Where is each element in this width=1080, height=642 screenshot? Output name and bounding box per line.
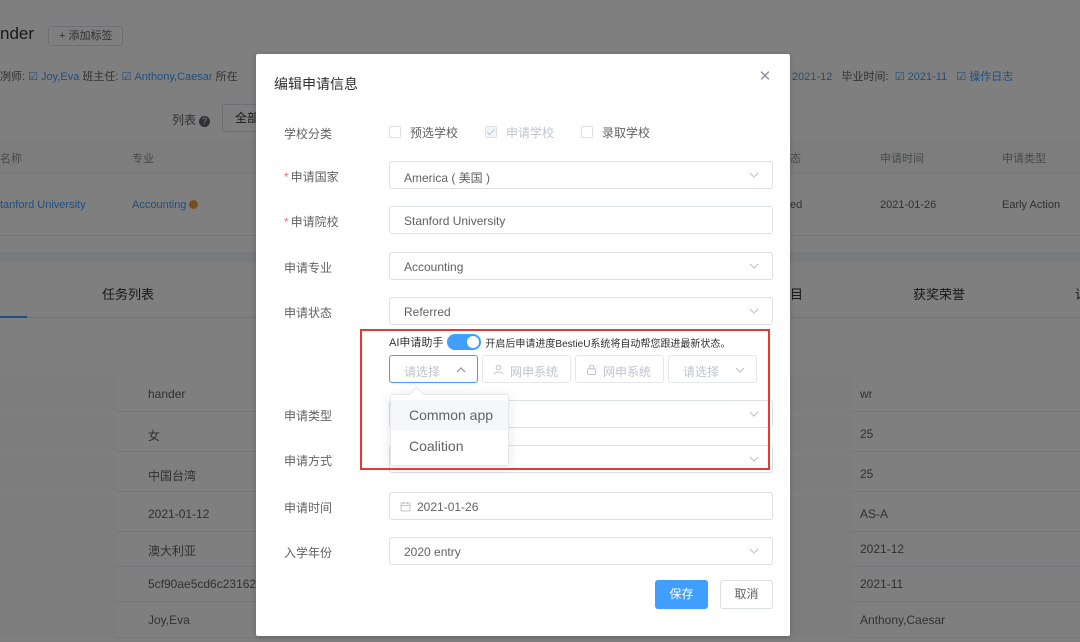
school-input[interactable]: Stanford University [389, 206, 773, 234]
field-label: 申请方式 [284, 454, 333, 468]
field-label: * 申请国家 [284, 170, 339, 184]
school-category-row: 学校分类 预选学校 申请学校 录取学校 [256, 118, 790, 146]
checkbox-label: 录取学校 [602, 125, 651, 140]
field-label: 申请专业 [284, 261, 333, 275]
highlight-box [360, 329, 770, 470]
save-button[interactable]: 保存 [655, 580, 708, 609]
checkbox-box[interactable] [389, 126, 401, 138]
checkbox-label: 申请学校 [506, 125, 555, 140]
select-value: America ( 美国 ) [404, 171, 491, 185]
chevron-down-icon [748, 305, 760, 317]
field-label: 入学年份 [284, 546, 333, 560]
checkbox-admitted-school[interactable]: 录取学校 [581, 124, 650, 141]
apply-time-row: 申请时间 2021-01-26 [256, 492, 790, 520]
dialog-title: 编辑申请信息 [274, 76, 358, 92]
entry-year-select[interactable]: 2020 entry [389, 537, 773, 565]
chevron-down-icon [748, 169, 760, 181]
select-value: 2020 entry [404, 545, 461, 559]
entry-year-row: 入学年份 2020 entry [256, 537, 790, 565]
country-select[interactable]: America ( 美国 ) [389, 161, 773, 189]
school-category-group: 预选学校 申请学校 录取学校 [389, 124, 677, 140]
school-row: * 申请院校 Stanford University [256, 206, 790, 234]
calendar-icon [400, 501, 411, 512]
checkbox-applied-school: 申请学校 [485, 124, 554, 141]
country-row: * 申请国家 America ( 美国 ) [256, 161, 790, 189]
status-row: 申请状态 Referred [256, 297, 790, 325]
chevron-down-icon [748, 545, 760, 557]
major-row: 申请专业 Accounting [256, 252, 790, 280]
field-label: 学校分类 [284, 127, 333, 141]
chevron-down-icon [748, 260, 760, 272]
field-label: * 申请院校 [284, 215, 339, 229]
status-select[interactable]: Referred [389, 297, 773, 325]
date-value: 2021-01-26 [417, 500, 479, 514]
edit-application-dialog: 编辑申请信息 ✕ 学校分类 预选学校 申请学校 录取学校 * 申请国家 Ameri… [256, 54, 790, 636]
checkbox-box[interactable] [581, 126, 594, 138]
field-label: 申请时间 [284, 501, 333, 515]
field-label: 申请类型 [284, 409, 333, 423]
checkbox-label: 预选学校 [410, 125, 459, 140]
select-value: Accounting [404, 260, 464, 274]
field-label: 申请状态 [284, 306, 333, 320]
input-value: Stanford University [404, 214, 506, 228]
apply-time-date-picker[interactable]: 2021-01-26 [389, 492, 773, 520]
checkbox-preselect-school[interactable]: 预选学校 [389, 124, 458, 141]
cancel-button[interactable]: 取消 [720, 580, 773, 609]
checkbox-box [485, 126, 498, 138]
major-select[interactable]: Accounting [389, 252, 773, 280]
select-value: Referred [404, 305, 451, 319]
close-icon[interactable]: ✕ [758, 69, 772, 84]
